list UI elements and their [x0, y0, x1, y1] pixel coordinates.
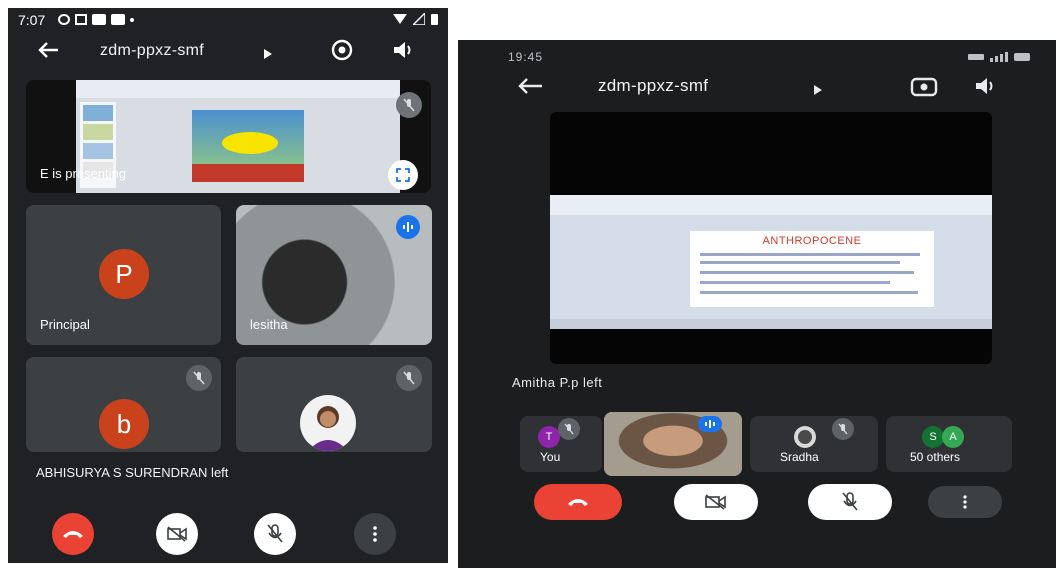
end-call-button[interactable]: [534, 484, 622, 520]
end-call-button[interactable]: [52, 513, 94, 555]
mic-off-icon: [842, 492, 858, 511]
participant-tile-you[interactable]: T You: [520, 416, 602, 472]
system-icons: [968, 52, 1032, 62]
shared-screen: ANTHROPOCENE: [550, 195, 992, 329]
participant-tile-others[interactable]: S A 50 others: [886, 416, 1012, 472]
presentation-tile[interactable]: ANTHROPOCENE: [550, 112, 992, 364]
volte-icon: [968, 54, 984, 60]
participant-tile-video[interactable]: [604, 412, 742, 476]
camera-toggle-button[interactable]: [674, 484, 758, 520]
slide-canvas: ANTHROPOCENE: [690, 231, 934, 307]
more-options-button[interactable]: [354, 513, 396, 555]
mic-off-icon: [267, 524, 283, 543]
participant-name: Sradha: [780, 450, 819, 464]
mic-toggle-button[interactable]: [808, 484, 892, 520]
status-time: 19:45: [508, 50, 544, 64]
status-time: 7:07: [18, 12, 46, 28]
presentation-tile[interactable]: E is presenting: [26, 80, 431, 193]
slide-text-line: [700, 291, 918, 294]
wifi-icon: [393, 14, 407, 24]
left-notice: ABHISURYA S SURENDRAN left: [36, 465, 229, 480]
participant-tile-sradha[interactable]: Sradha: [750, 416, 878, 472]
switch-camera-icon[interactable]: [910, 74, 938, 103]
participant-name: lesitha: [250, 317, 288, 332]
slide-canvas: [192, 110, 304, 182]
video-status-icon: [92, 14, 106, 25]
slide-title-badge: [222, 132, 278, 154]
more-options-button[interactable]: [928, 486, 1002, 518]
fullscreen-button[interactable]: [388, 160, 418, 190]
participant-tile-self[interactable]: [236, 357, 432, 452]
speaking-indicator-icon: [698, 416, 722, 432]
camera-toggle-button[interactable]: [156, 513, 198, 555]
camera-off-icon: [167, 526, 187, 542]
mute-icon: [186, 365, 212, 391]
signal-icon: [413, 13, 425, 25]
participant-tile-b[interactable]: b: [26, 357, 221, 452]
profile-photo: [794, 426, 816, 448]
speaker-icon[interactable]: [392, 40, 414, 65]
presenter-mute-icon: [396, 92, 422, 118]
profile-photo: [300, 395, 356, 451]
more-vert-icon: [373, 526, 377, 542]
right-phone-screen: 19:45 zdm-ppxz-smf ANTHROPOCENE Amitha P…: [458, 40, 1056, 568]
switch-camera-icon[interactable]: [330, 38, 354, 67]
speaker-icon[interactable]: [974, 76, 998, 101]
participant-name: You: [540, 450, 561, 464]
video-status-icon-2: [111, 14, 125, 25]
signal-icon: [990, 52, 1008, 62]
meeting-code[interactable]: zdm-ppxz-smf: [598, 76, 708, 96]
slide-text-line: [700, 271, 914, 274]
speaking-indicator-icon: [396, 215, 420, 239]
slide-text-line: [700, 261, 900, 264]
hang-up-icon: [63, 531, 83, 538]
ppt-ribbon: [76, 80, 400, 98]
hang-up-icon: [568, 499, 588, 506]
avatar: P: [99, 249, 149, 299]
participant-tile-lesitha[interactable]: lesitha: [236, 205, 432, 345]
slide-text-line: [700, 253, 920, 256]
message-status-icon: [75, 14, 87, 25]
system-icons: [393, 13, 438, 25]
mic-toggle-button[interactable]: [254, 513, 296, 555]
notification-icons: [58, 14, 134, 25]
participant-tile-principal[interactable]: P Principal: [26, 205, 221, 345]
avatar: T: [538, 426, 560, 448]
slide-footer-band: [192, 164, 304, 182]
mute-icon: [832, 418, 854, 440]
battery-icon: [1014, 53, 1030, 61]
left-notice: Amitha P.p left: [512, 375, 603, 390]
slide-title: ANTHROPOCENE: [762, 235, 862, 247]
avatar: A: [942, 426, 964, 448]
meeting-info-arrow-icon[interactable]: [814, 82, 822, 100]
back-arrow-icon[interactable]: [38, 42, 58, 58]
ppt-statusbar: [550, 319, 992, 329]
left-phone-screen: 7:07 zdm-ppxz-smf E is presenting P Prin…: [8, 8, 448, 563]
ppt-ribbon: [550, 195, 992, 215]
mute-icon: [558, 418, 580, 440]
slide-text-line: [700, 281, 890, 284]
participant-name: Principal: [40, 317, 90, 332]
meeting-code[interactable]: zdm-ppxz-smf: [100, 42, 204, 60]
sync-status-icon: [58, 14, 70, 25]
back-arrow-icon[interactable]: [518, 78, 542, 94]
avatar: S: [922, 426, 944, 448]
presenting-label: E is presenting: [40, 166, 126, 181]
mute-icon: [396, 365, 422, 391]
meeting-info-arrow-icon[interactable]: [264, 46, 272, 64]
more-vert-icon: [963, 495, 967, 509]
participant-name: 50 others: [910, 450, 961, 464]
more-dot-icon: [130, 18, 134, 22]
camera-off-icon: [705, 494, 726, 510]
battery-icon: [431, 14, 438, 25]
avatar: b: [99, 399, 149, 449]
